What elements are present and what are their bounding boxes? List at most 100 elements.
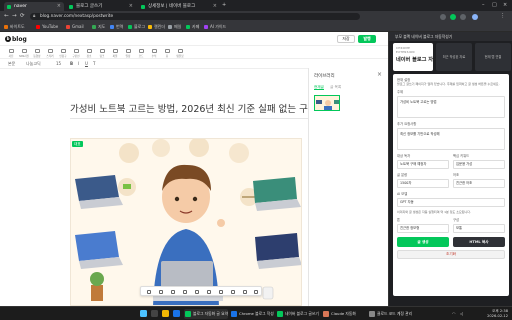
audience-input[interactable]: 노트북 구매 예정자 xyxy=(397,160,449,170)
brand-caption: CHROME EXTENSION xyxy=(396,46,415,54)
tab-current-post[interactable]: 현재글 xyxy=(314,85,324,90)
tool-table[interactable]: 표 xyxy=(162,49,172,58)
close-tab-icon[interactable]: × xyxy=(129,2,133,11)
bold-button[interactable]: B xyxy=(70,61,73,66)
forward-icon[interactable]: → xyxy=(12,13,17,19)
font-size-select[interactable]: 15 xyxy=(56,61,61,66)
blog-extension-icon[interactable] xyxy=(450,13,456,20)
maximize-icon[interactable]: □ xyxy=(492,2,497,8)
tone-style-select[interactable]: 친근한 어조 xyxy=(453,179,505,189)
taskbar-app[interactable]: 네이버 블로그 글쓰기 xyxy=(276,309,320,319)
text-color-button[interactable]: T xyxy=(93,61,95,66)
close-icon[interactable]: × xyxy=(377,71,382,78)
post-image[interactable] xyxy=(70,138,302,306)
topic-textarea[interactable]: 가성비 노트북 고르는 방법 xyxy=(397,96,505,119)
taskbar-app[interactable]: Claude 자동화 xyxy=(322,309,366,319)
save-button[interactable]: 저장 xyxy=(337,35,355,43)
alt-text-icon[interactable] xyxy=(219,290,223,294)
puzzle-icon[interactable] xyxy=(460,13,466,20)
tool-schedule[interactable]: 일정 xyxy=(123,49,133,58)
paragraph-style-select[interactable]: 본문 xyxy=(8,61,15,67)
tool-formula[interactable]: 수식 xyxy=(149,49,159,58)
link-icon[interactable] xyxy=(207,290,211,294)
taskbar-app[interactable]: 클로드 코드 계정 관리 xyxy=(368,309,418,319)
bookmark-item[interactable]: 캘린더 xyxy=(148,24,165,30)
browser-tab-detail[interactable]: 상세정보 | 네이버 블로그 × xyxy=(138,2,220,11)
tool-sns-photo[interactable]: SNS사진 xyxy=(19,49,29,58)
tool-divider[interactable]: 구분선 xyxy=(71,49,81,58)
model-select[interactable]: GPT 자동 xyxy=(397,198,505,208)
tool-link[interactable]: 링크 xyxy=(97,49,107,58)
taskbar-clock[interactable]: 오후 2:38 2026-02-12 xyxy=(487,309,508,319)
length-label: 글 분량 xyxy=(397,173,408,178)
edit-image-icon[interactable] xyxy=(195,290,199,294)
current-tab-link-tab[interactable]: 현재 탭 연결 xyxy=(475,43,511,71)
length-select[interactable]: 1500자 xyxy=(397,179,449,189)
font-select[interactable]: 나눔고딕 xyxy=(26,61,41,67)
structure-select[interactable]: 보통 xyxy=(453,224,505,234)
reload-icon[interactable]: ⟳ xyxy=(20,13,25,19)
generate-post-button[interactable]: 글 생성 xyxy=(397,237,449,248)
file-explorer-icon[interactable] xyxy=(162,310,169,317)
crop-icon[interactable] xyxy=(183,290,187,294)
tool-place[interactable]: 장소 xyxy=(84,49,94,58)
close-tab-icon[interactable]: × xyxy=(57,2,61,11)
align-center-icon[interactable] xyxy=(159,290,163,294)
bookmark-item[interactable]: 메일 xyxy=(168,24,181,30)
blog-logo[interactable]: b blog xyxy=(5,36,27,43)
app-icon xyxy=(277,311,283,317)
tool-quote[interactable]: 인용구 xyxy=(58,49,68,58)
minimize-icon[interactable]: – xyxy=(482,2,485,8)
tone-select[interactable]: 친근한 정보형 xyxy=(397,224,449,234)
resize-icon[interactable] xyxy=(243,290,247,294)
underline-button[interactable]: U xyxy=(85,61,88,66)
align-right-icon[interactable] xyxy=(171,290,175,294)
brand-title: 네이버 블로그 자동화 xyxy=(396,57,443,63)
tool-video[interactable]: 동영상 xyxy=(32,49,42,58)
search-icon[interactable] xyxy=(151,310,158,317)
url-field[interactable]: 🔒︎ blog.naver.com/nextasp/postwrite xyxy=(30,13,360,20)
replace-image-icon[interactable] xyxy=(231,290,235,294)
bookmark-item[interactable]: AI 가이드 xyxy=(204,24,226,30)
tool-photo[interactable]: 사진 xyxy=(6,49,16,58)
tool-template[interactable]: 템플릿 xyxy=(175,49,185,58)
start-icon[interactable] xyxy=(140,310,147,317)
close-window-icon[interactable]: × xyxy=(503,2,507,8)
tool-sticker[interactable]: 스티커 xyxy=(45,49,55,58)
copy-html-button[interactable]: HTML 복사 xyxy=(453,237,505,248)
publish-button[interactable]: 발행 xyxy=(358,35,376,43)
library-thumbnail[interactable] xyxy=(314,95,340,111)
bookmark-item[interactable]: 지도 xyxy=(92,24,105,30)
profile-avatar[interactable] xyxy=(472,13,478,20)
align-left-icon[interactable] xyxy=(147,290,151,294)
taskbar-app[interactable]: Chrome 블로그 작성 xyxy=(230,309,274,319)
back-icon[interactable]: ← xyxy=(4,13,9,19)
bookmark-item[interactable]: Gmail xyxy=(66,24,84,30)
chrome-icon[interactable] xyxy=(173,310,180,317)
request-textarea[interactable]: 최신 정보를 기반으로 작성해 xyxy=(397,128,505,151)
keyword-input[interactable]: 입문용 가성 xyxy=(453,160,505,170)
bookmark-item[interactable]: YouTube xyxy=(36,24,58,30)
bookmark-item[interactable]: 카페 xyxy=(186,24,199,30)
tab-post-list[interactable]: 글 목록 xyxy=(330,85,341,89)
volume-icon[interactable]: ◁ xyxy=(460,311,463,316)
menu-icon[interactable]: ⋮ xyxy=(500,13,506,19)
browser-tab-write[interactable]: 블로그 글쓰기 × xyxy=(66,2,136,11)
bookmark-item[interactable]: 번역 xyxy=(110,24,123,30)
tool-file[interactable]: 파일 xyxy=(110,49,120,58)
extension-icon[interactable] xyxy=(440,13,446,20)
tool-code[interactable]: 코드 xyxy=(136,49,146,58)
new-tab-icon[interactable]: + xyxy=(222,2,226,8)
post-title[interactable]: 가성비 노트북 고르는 방법, 2026년 최신 기준 실패 없는 구매 가이드 xyxy=(70,101,346,115)
delete-icon[interactable] xyxy=(254,290,258,294)
wifi-icon[interactable]: ◠ xyxy=(452,311,456,316)
close-tab-icon[interactable]: × xyxy=(213,2,217,11)
browser-tab-naver[interactable]: naver × xyxy=(4,2,64,11)
taskbar-app[interactable]: 블로그 자동화 글 요약 xyxy=(184,309,228,319)
side-panel-header: 부모 블랙 네이버 블로그 자동작성기 xyxy=(389,32,512,41)
bookmark-item[interactable]: 블로그 xyxy=(128,24,145,30)
italic-button[interactable]: I xyxy=(78,61,79,66)
recent-materials-tab[interactable]: 최근 작성된 자료 xyxy=(436,43,472,71)
bookmark-item[interactable]: 바이트도 xyxy=(4,24,25,30)
reset-button[interactable]: 초기화 xyxy=(397,250,505,260)
